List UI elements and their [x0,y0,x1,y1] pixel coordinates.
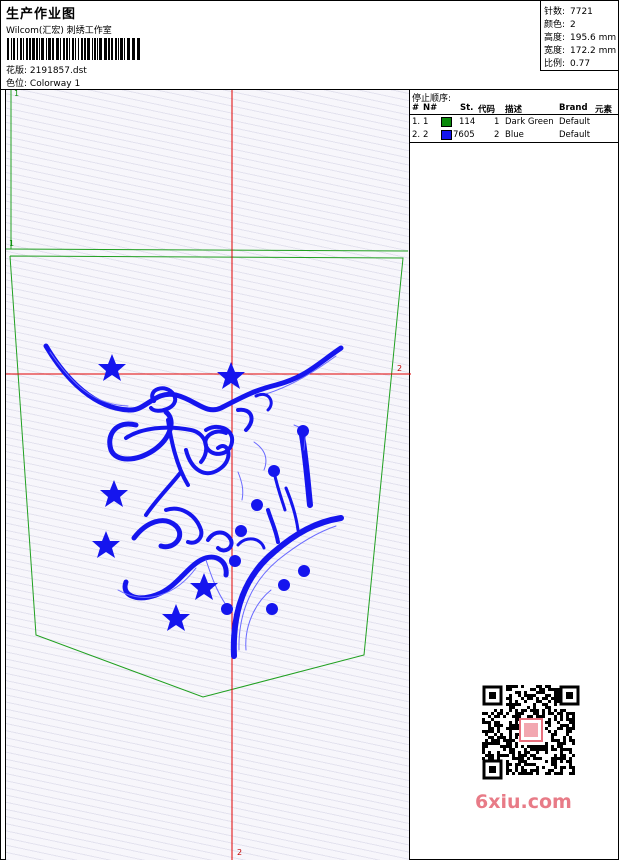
table-bottom-rule [410,142,619,143]
table-row: 2. 2 7605 2 Blue Default [412,130,591,142]
design-canvas: 1 1 2 2 [5,89,411,860]
stat-height: 高度: 195.6 mm [544,33,617,43]
stat-width: 宽度: 172.2 mm [544,46,617,56]
page-title: 生产作业图 [6,7,77,22]
guide-marker-bottom: 2 [237,848,243,857]
color-swatch [441,117,452,129]
stat-stitches: 针数: 7721 [544,7,593,17]
header: 生产作业图 Wilcom(汇宏) 刺绣工作室 花版: 2191857.dst 色… [1,1,619,90]
production-worksheet: 生产作业图 Wilcom(汇宏) 刺绣工作室 花版: 2191857.dst 色… [0,0,619,860]
design-preview [6,90,411,860]
embroidery-design [43,343,344,659]
colorway: 色位: Colorway 1 [6,76,80,89]
design-file: 花版: 2191857.dst [6,63,87,76]
color-swatch [441,130,452,142]
design-label: 花版: [6,66,28,76]
outline-marker-mid: 1 [9,239,15,248]
stat-scale: 比例: 0.77 [544,59,591,69]
qr-code [473,681,585,781]
barcode [7,38,140,60]
design-value: 2191857.dst [29,66,87,76]
watermark: 6xiu.com [475,791,572,813]
outline-top-line [6,248,409,252]
studio-name: Wilcom(汇宏) 刺绣工作室 [6,26,112,36]
table-row: 1. 1 114 1 Dark Green Default [412,117,591,129]
design-stats: 针数: 7721 颜色: 2 高度: 195.6 mm 宽度: 172.2 mm 比例:… [540,1,619,71]
colorway-value: Colorway 1 [29,79,81,89]
table-header-rule [410,114,619,115]
pocket-outline [9,255,404,698]
colorway-label: 色位: [6,79,28,89]
outline-marker-top: 1 [14,89,20,98]
stat-colors: 颜色: 2 [544,20,576,30]
guide-marker-right: 2 [397,364,403,373]
